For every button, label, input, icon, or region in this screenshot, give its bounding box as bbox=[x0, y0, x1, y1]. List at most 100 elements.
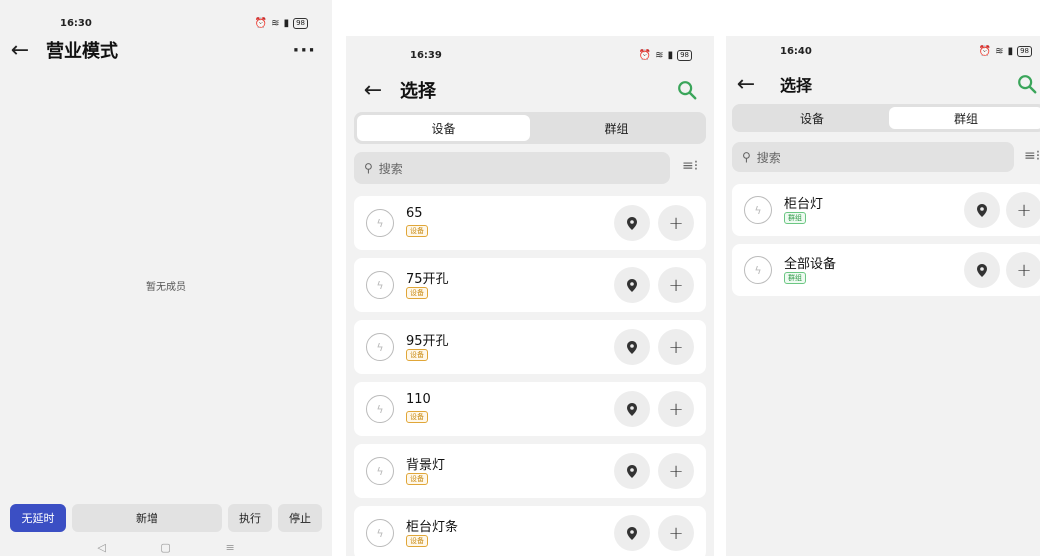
battery-icon: 98 bbox=[293, 18, 308, 29]
nav-back-icon[interactable]: ◁ bbox=[97, 541, 105, 554]
back-arrow-icon[interactable]: ← bbox=[726, 72, 766, 97]
app-bar: ← 营业模式 ··· bbox=[0, 32, 332, 68]
item-name: 柜台灯条 bbox=[406, 520, 459, 535]
item-name: 75开孔 bbox=[406, 272, 449, 287]
add-item-button[interactable]: + bbox=[658, 267, 694, 303]
plus-icon: + bbox=[668, 212, 684, 234]
app-bar: ← 选择 bbox=[346, 72, 714, 108]
tab-devices[interactable]: 设备 bbox=[357, 115, 530, 141]
screen-business-mode: 16:30 ⏰ ≋ ▮ 98 ← 营业模式 ··· 暂无成员 无延时 新增 执行… bbox=[0, 0, 332, 556]
app-bar: ← 选择 bbox=[726, 66, 1040, 102]
item-name: 全部设备 bbox=[784, 257, 837, 272]
list-item[interactable]: ϟ 柜台灯条 设备 + bbox=[354, 506, 706, 556]
alarm-icon: ⏰ bbox=[978, 46, 992, 57]
search-icon[interactable] bbox=[676, 79, 698, 101]
location-pin-icon bbox=[627, 278, 637, 292]
status-icons: ⏰ ≋ ▮ 98 bbox=[979, 46, 1032, 57]
search-input[interactable]: ⚲ 搜索 bbox=[354, 152, 670, 184]
status-icons: ⏰ ≋ ▮ 98 bbox=[255, 18, 308, 29]
page-title: 选择 bbox=[780, 76, 813, 95]
filter-list-icon[interactable]: ≡⁝ bbox=[1024, 148, 1040, 164]
alarm-icon: ⏰ bbox=[638, 50, 652, 61]
wifi-icon: ≋ bbox=[655, 50, 664, 61]
search-input[interactable]: ⚲ 搜索 bbox=[732, 142, 1014, 172]
search-placeholder: 搜索 bbox=[756, 150, 781, 165]
back-arrow-icon[interactable]: ← bbox=[0, 38, 40, 63]
status-time: 16:40 bbox=[780, 46, 812, 57]
bulb-icon: ϟ bbox=[744, 256, 772, 284]
add-item-button[interactable]: + bbox=[658, 205, 694, 241]
empty-state-text: 暂无成员 bbox=[146, 282, 186, 293]
plus-icon: + bbox=[1016, 259, 1032, 281]
item-tag: 设备 bbox=[406, 535, 428, 547]
item-tag: 群组 bbox=[784, 212, 806, 224]
search-icon: ⚲ bbox=[364, 161, 373, 175]
locate-button[interactable] bbox=[614, 391, 650, 427]
tab-groups[interactable]: 群组 bbox=[889, 107, 1040, 129]
page-title: 营业模式 bbox=[46, 41, 118, 62]
signal-icon: ▮ bbox=[667, 50, 674, 61]
delay-button[interactable]: 无延时 bbox=[10, 504, 66, 532]
status-icons: ⏰ ≋ ▮ 98 bbox=[639, 50, 692, 61]
search-icon: ⚲ bbox=[742, 150, 751, 164]
bulb-icon: ϟ bbox=[366, 333, 394, 361]
back-arrow-icon[interactable]: ← bbox=[346, 78, 400, 103]
wifi-icon: ≋ bbox=[271, 18, 280, 29]
tab-devices[interactable]: 设备 bbox=[735, 107, 889, 129]
nav-menu-icon[interactable]: ≡ bbox=[225, 541, 234, 554]
locate-button[interactable] bbox=[614, 453, 650, 489]
item-name: 110 bbox=[406, 392, 431, 407]
list-item[interactable]: ϟ 全部设备 群组 + bbox=[732, 244, 1040, 296]
wifi-icon: ≋ bbox=[995, 46, 1004, 57]
add-button[interactable]: 新增 bbox=[72, 504, 222, 532]
bulb-icon: ϟ bbox=[366, 271, 394, 299]
item-name: 背景灯 bbox=[406, 458, 446, 473]
action-bar: 无延时 新增 执行 停止 bbox=[0, 504, 332, 532]
list-item[interactable]: ϟ 背景灯 设备 + bbox=[354, 444, 706, 498]
locate-button[interactable] bbox=[614, 205, 650, 241]
location-pin-icon bbox=[627, 526, 637, 540]
bulb-icon: ϟ bbox=[366, 457, 394, 485]
add-item-button[interactable]: + bbox=[1006, 252, 1040, 288]
item-tag: 设备 bbox=[406, 287, 428, 299]
more-icon[interactable]: ··· bbox=[292, 40, 316, 61]
search-icon[interactable] bbox=[1016, 73, 1038, 95]
list-item[interactable]: ϟ 95开孔 设备 + bbox=[354, 320, 706, 374]
plus-icon: + bbox=[668, 398, 684, 420]
bulb-icon: ϟ bbox=[366, 209, 394, 237]
add-item-button[interactable]: + bbox=[658, 391, 694, 427]
locate-button[interactable] bbox=[614, 329, 650, 365]
add-item-button[interactable]: + bbox=[658, 329, 694, 365]
locate-button[interactable] bbox=[964, 192, 1000, 228]
list-item[interactable]: ϟ 110 设备 + bbox=[354, 382, 706, 436]
status-time: 16:30 bbox=[60, 18, 92, 29]
location-pin-icon bbox=[977, 203, 987, 217]
add-item-button[interactable]: + bbox=[658, 453, 694, 489]
system-nav-bar: ◁ ▢ ≡ bbox=[0, 541, 332, 554]
location-pin-icon bbox=[977, 263, 987, 277]
item-name: 柜台灯 bbox=[784, 197, 824, 212]
item-tag: 设备 bbox=[406, 349, 428, 361]
add-item-button[interactable]: + bbox=[1006, 192, 1040, 228]
plus-icon: + bbox=[668, 336, 684, 358]
execute-button[interactable]: 执行 bbox=[228, 504, 272, 532]
nav-home-icon[interactable]: ▢ bbox=[160, 541, 170, 554]
locate-button[interactable] bbox=[614, 267, 650, 303]
signal-icon: ▮ bbox=[1007, 46, 1014, 57]
location-pin-icon bbox=[627, 464, 637, 478]
list-item[interactable]: ϟ 65 设备 + bbox=[354, 196, 706, 250]
add-item-button[interactable]: + bbox=[658, 515, 694, 551]
list-item[interactable]: ϟ 75开孔 设备 + bbox=[354, 258, 706, 312]
plus-icon: + bbox=[668, 522, 684, 544]
bulb-icon: ϟ bbox=[366, 395, 394, 423]
filter-list-icon[interactable]: ≡⁝ bbox=[682, 158, 698, 174]
stop-button[interactable]: 停止 bbox=[278, 504, 322, 532]
tab-groups[interactable]: 群组 bbox=[530, 115, 703, 141]
locate-button[interactable] bbox=[964, 252, 1000, 288]
item-name: 65 bbox=[406, 206, 423, 221]
locate-button[interactable] bbox=[614, 515, 650, 551]
plus-icon: + bbox=[668, 274, 684, 296]
tab-switcher: 设备 群组 bbox=[354, 112, 706, 144]
tab-switcher: 设备 群组 bbox=[732, 104, 1040, 132]
list-item[interactable]: ϟ 柜台灯 群组 + bbox=[732, 184, 1040, 236]
